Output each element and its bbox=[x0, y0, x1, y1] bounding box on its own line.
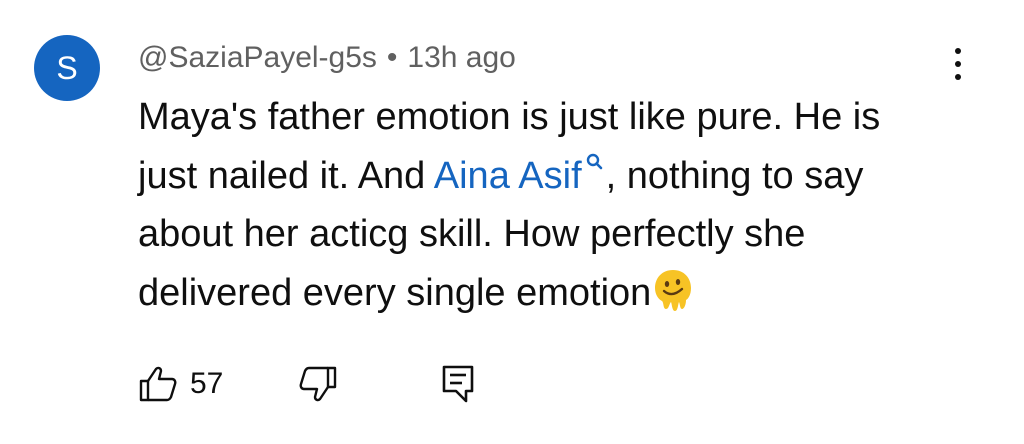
avatar[interactable]: S bbox=[34, 35, 100, 101]
thumbs-up-icon bbox=[139, 366, 177, 402]
separator-dot: • bbox=[386, 41, 398, 74]
dislike-button[interactable] bbox=[298, 356, 338, 412]
mention-name: Aina Asif bbox=[433, 154, 582, 197]
mention-link[interactable]: Aina Asif bbox=[433, 153, 606, 197]
reply-button[interactable] bbox=[438, 356, 478, 412]
thumbs-down-icon bbox=[299, 366, 337, 402]
melting-face-emoji-icon bbox=[655, 269, 692, 311]
more-vertical-icon bbox=[955, 48, 961, 54]
avatar-letter: S bbox=[56, 50, 78, 86]
more-options-button[interactable] bbox=[940, 42, 976, 86]
timestamp[interactable]: 13h ago bbox=[407, 41, 515, 74]
reply-comment-icon bbox=[442, 365, 474, 403]
like-count: 57 bbox=[190, 367, 224, 400]
author-handle[interactable]: @SaziaPayel-g5s bbox=[138, 41, 377, 74]
more-vertical-icon-dot bbox=[955, 61, 961, 67]
comment-header: @SaziaPayel-g5s • 13h ago bbox=[138, 38, 516, 78]
comment-actions: 57 bbox=[138, 356, 638, 412]
comment-text: Maya's father emotion is just like pure.… bbox=[138, 88, 938, 322]
like-button[interactable]: 57 bbox=[138, 356, 223, 412]
more-vertical-icon-dot bbox=[955, 74, 961, 80]
search-icon bbox=[586, 153, 602, 169]
